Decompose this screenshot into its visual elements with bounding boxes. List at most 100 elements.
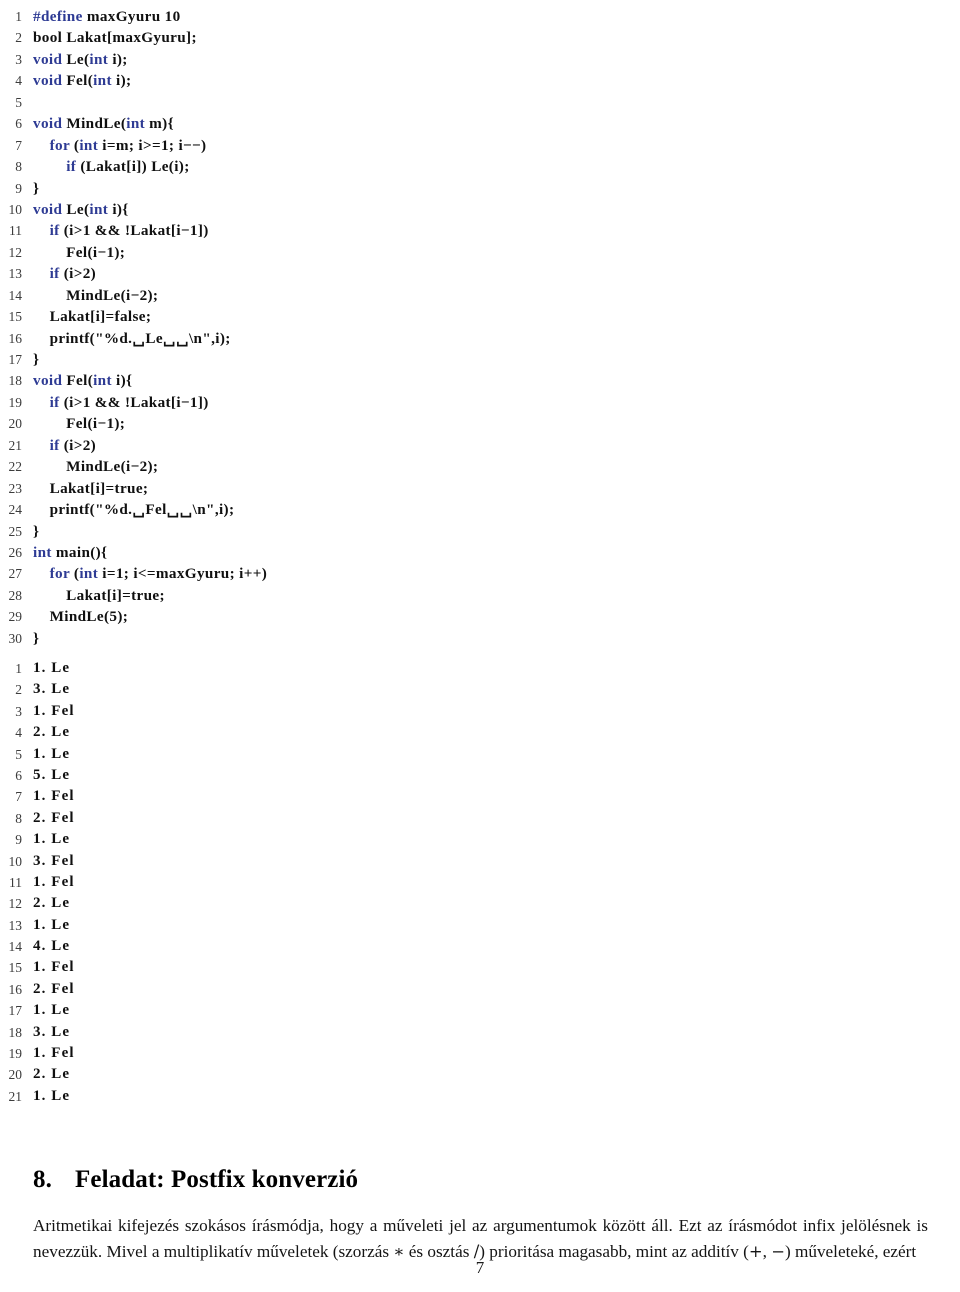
code-line-text: MindLe(5);: [33, 608, 129, 626]
code-line-text: void Fel(int i);: [33, 72, 132, 90]
code-line-number: 9: [15, 832, 22, 848]
code-line-number: 18: [8, 1024, 23, 1040]
code-line-number: 2: [15, 30, 22, 46]
code-line: 17 1. Le: [0, 1000, 960, 1021]
code-line: 16 2. Fel: [0, 979, 960, 1000]
code-line: 20 2. Le: [0, 1064, 960, 1085]
code-line-number: 7: [15, 789, 22, 805]
code-line-number: 20: [8, 1067, 23, 1083]
code-line-number: 28: [8, 587, 23, 603]
code-line-text: 2. Fel: [33, 809, 75, 826]
code-line: 13 if (i>2): [0, 263, 960, 284]
code-line: 1 1. Le: [0, 658, 960, 679]
code-line-text: 2. Le: [33, 724, 71, 741]
code-line-text: 1. Le: [33, 660, 71, 676]
code-line: 12 2. Le: [0, 893, 960, 914]
code-line-text: 5. Le: [33, 766, 71, 783]
code-line: 22 MindLe(i−2);: [0, 456, 960, 477]
code-line: 10 3. Fel: [0, 851, 960, 872]
code-line-number: 2: [15, 682, 22, 698]
code-line-number: 4: [15, 725, 22, 741]
code-line-text: }: [33, 629, 40, 647]
code-line-number: 6: [15, 116, 22, 132]
code-line-text: #define maxGyuru 10: [33, 8, 181, 25]
code-line: 21 1. Le: [0, 1086, 960, 1107]
code-line-number: 15: [8, 309, 23, 325]
code-line-number: 1: [15, 661, 22, 676]
code-line: 7 for (int i=m; i>=1; i−−): [0, 135, 960, 156]
code-line-number: 12: [8, 244, 23, 260]
code-line: 12 Fel(i−1);: [0, 242, 960, 263]
code-line-text: printf("%d.␣Fel␣␣\n",i);: [33, 501, 235, 519]
code-line-text: }: [33, 522, 40, 540]
code-line: 2 3. Le: [0, 679, 960, 700]
code-line-text: 1. Le: [33, 916, 71, 933]
code-line: 17}: [0, 349, 960, 370]
code-line-number: 12: [8, 896, 23, 912]
code-line-number: 24: [8, 502, 23, 518]
code-line-number: 29: [8, 609, 23, 625]
code-line-number: 13: [8, 266, 23, 282]
code-line: 15 Lakat[i]=false;: [0, 306, 960, 327]
code-line: 19 1. Fel: [0, 1043, 960, 1064]
code-line-text: int main(){: [33, 543, 108, 561]
code-line-text: if (i>2): [49, 436, 97, 454]
code-line: 6 void MindLe(int m){: [0, 113, 960, 134]
code-line: 21 if (i>2): [0, 435, 960, 456]
code-line: 18 void Fel(int i){: [0, 370, 960, 391]
code-line: 4 2. Le: [0, 722, 960, 743]
code-line: 27 for (int i=1; i<=maxGyuru; i++): [0, 563, 960, 584]
code-line-number: 10: [8, 201, 23, 217]
code-line-text: Lakat[i]=true;: [33, 586, 165, 604]
code-line-number: 13: [8, 917, 23, 933]
code-line-text: 1. Le: [33, 1087, 71, 1104]
code-line-text: 1. Le: [33, 831, 71, 848]
code-line: 28 Lakat[i]=true;: [0, 585, 960, 606]
code-line: 9}: [0, 178, 960, 199]
code-line-number: 14: [8, 939, 23, 955]
code-line-number: 8: [15, 810, 22, 826]
code-line: 11 1. Fel: [0, 872, 960, 893]
code-line: 30}: [0, 628, 960, 649]
code-line-number: 20: [8, 416, 23, 432]
code-line-text: bool Lakat[maxGyuru];: [33, 29, 197, 47]
code-line-number: 3: [15, 51, 22, 67]
section-title: Feladat: Postfix konverzió: [75, 1165, 359, 1193]
body-paragraph: Aritmetikai kifejezés szokásos írásmódja…: [33, 1216, 928, 1261]
code-line-number: 11: [9, 874, 22, 890]
code-line-text: 2. Le: [33, 895, 71, 912]
code-line: 5 1. Le: [0, 744, 960, 765]
code-line-number: 6: [15, 767, 22, 783]
code-line-text: 3. Fel: [33, 852, 75, 869]
code-line: 1 #define maxGyuru 10: [0, 6, 960, 27]
code-line-number: 7: [15, 137, 22, 153]
code-line-number: 21: [8, 437, 23, 453]
code-line-number: 9: [15, 180, 22, 196]
code-line-text: 4. Le: [33, 938, 71, 955]
code-line-number: 10: [8, 853, 23, 869]
program-output-listing: 1 1. Le 2 3. Le 3 1. Fel 4 2. Le 5 1. Le 6 5. Le 7 1.…: [0, 658, 960, 1107]
code-line-number: 15: [8, 960, 23, 976]
code-line-text: 3. Le: [33, 1023, 71, 1040]
code-line-number: 17: [8, 352, 23, 367]
code-line-text: 1. Le: [33, 745, 71, 762]
code-line: 14 MindLe(i−2);: [0, 285, 960, 306]
code-line: 8 2. Fel: [0, 808, 960, 829]
code-line: 25}: [0, 521, 960, 542]
code-line-text: 1. Fel: [33, 873, 75, 890]
code-line: 5: [0, 92, 960, 113]
code-line-text: printf("%d.␣Le␣␣\n",i);: [33, 329, 231, 347]
code-line-text: 1. Fel: [33, 1045, 75, 1062]
code-line: 6 5. Le: [0, 765, 960, 786]
code-line: 4 void Fel(int i);: [0, 70, 960, 91]
code-line-text: MindLe(i−2);: [33, 286, 159, 304]
code-line: 19 if (i>1 && !Lakat[i−1]): [0, 392, 960, 413]
code-line-text: 3. Le: [33, 681, 71, 698]
code-line-text: 2. Le: [33, 1066, 71, 1083]
code-line-number: 16: [8, 330, 23, 346]
code-line-text: }: [33, 351, 40, 368]
code-line-text: Lakat[i]=true;: [33, 479, 149, 497]
code-line: 8 if (Lakat[i]) Le(i);: [0, 156, 960, 177]
code-line: 2 bool Lakat[maxGyuru];: [0, 27, 960, 48]
code-line-text: if (i>2): [49, 265, 97, 283]
